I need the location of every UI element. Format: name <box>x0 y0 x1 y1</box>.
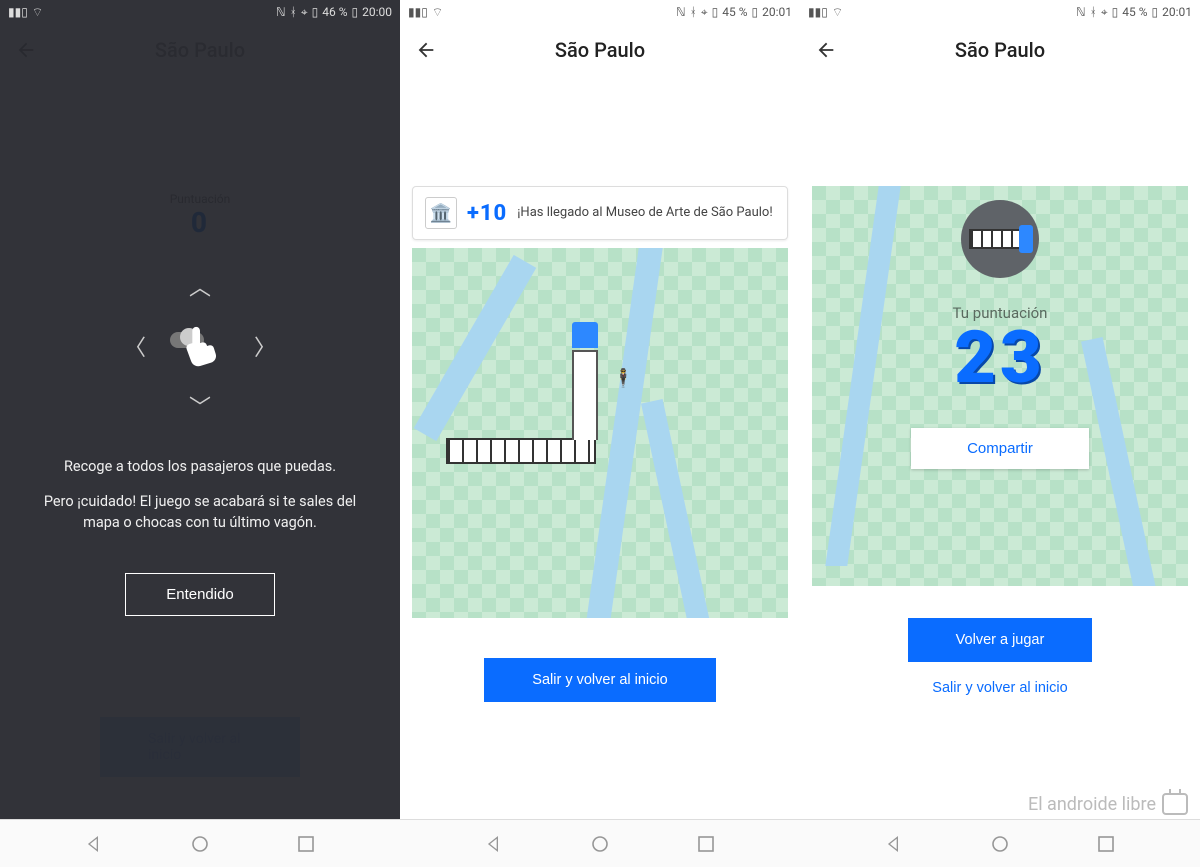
river-decoration <box>825 186 900 566</box>
bluetooth-icon: ᚼ <box>290 5 297 19</box>
chevron-left-icon: 〈 <box>124 330 146 362</box>
location-icon: ⌖ <box>1101 5 1108 20</box>
watermark-text: El androide libre <box>1028 794 1156 815</box>
screen-playing: ▮▮▯ ⌔ ℕ ᚼ ⌖ ▯ 45 % ▯ 20:01 São Paulo 🏛️ … <box>400 0 800 867</box>
mini-train-head <box>1019 225 1033 253</box>
nav-recents-button[interactable] <box>694 832 718 856</box>
river-decoration <box>641 399 725 618</box>
clock: 20:00 <box>362 5 392 19</box>
page-title: São Paulo <box>955 38 1045 62</box>
android-nav-bar <box>400 819 800 867</box>
wifi-icon: ⌔ <box>32 5 43 20</box>
share-button[interactable]: Compartir <box>911 428 1089 469</box>
watermark: El androide libre <box>1028 793 1188 815</box>
chevron-up-icon: ︿ <box>189 270 211 302</box>
passenger-icon: 🕴️ <box>612 368 634 389</box>
play-again-button[interactable]: Volver a jugar <box>908 618 1093 662</box>
hand-icon <box>177 323 223 369</box>
battery-text: 45 % <box>1122 5 1147 19</box>
tutorial-overlay: ︿ ﹀ 〈 〉 Recoge a todos los pasajeros que… <box>0 76 400 867</box>
nav-home-button[interactable] <box>988 832 1012 856</box>
signal-icon: ▮▮▯ <box>8 5 28 19</box>
status-bar: ▮▮▯ ⌔ ℕ ᚼ ⌖ ▯ 45 % ▯ 20:01 <box>400 0 800 24</box>
tutorial-text: Recoge a todos los pasajeros que puedas.… <box>40 456 360 547</box>
exit-button[interactable]: Salir y volver al inicio <box>484 658 715 702</box>
battery-icon: ▯ <box>1152 5 1159 19</box>
clock: 20:01 <box>1162 5 1192 19</box>
location-icon: ⌖ <box>301 5 308 20</box>
toast-message: ¡Has llegado al Museo de Arte de São Pau… <box>517 205 775 221</box>
wifi-icon: ⌔ <box>432 5 443 20</box>
river-decoration <box>414 255 537 441</box>
android-nav-bar <box>800 819 1200 867</box>
battery-text: 46 % <box>322 5 347 19</box>
page-title: São Paulo <box>555 38 645 62</box>
content: Tu puntuación 23 Compartir Volver a juga… <box>800 76 1200 867</box>
nav-recents-button[interactable] <box>1094 832 1118 856</box>
nav-home-button[interactable] <box>588 832 612 856</box>
nfc-icon: ℕ <box>676 5 686 19</box>
back-arrow-icon <box>815 39 837 61</box>
result-score: 23 <box>954 322 1045 394</box>
train-body <box>446 438 596 464</box>
swipe-hint: ︿ ﹀ 〈 〉 <box>130 276 270 416</box>
back-arrow-icon <box>415 39 437 61</box>
status-bar: ▮▮▯ ⌔ ℕ ᚼ ⌖ ▯ 46 % ▯ 20:00 <box>0 0 400 24</box>
status-bar: ▮▮▯ ⌔ ℕ ᚼ ⌖ ▯ 45 % ▯ 20:01 <box>800 0 1200 24</box>
nav-recents-button[interactable] <box>294 832 318 856</box>
landmark-icon: 🏛️ <box>425 197 457 229</box>
nav-back-button[interactable] <box>82 832 106 856</box>
wifi-icon: ⌔ <box>832 5 843 20</box>
chevron-right-icon: 〉 <box>254 330 276 362</box>
clock: 20:01 <box>762 5 792 19</box>
train-head <box>572 322 598 348</box>
signal-icon: ▮▮▯ <box>408 5 428 19</box>
battery-icon: ▯ <box>352 5 359 19</box>
back-button[interactable] <box>412 36 440 64</box>
points-gained: +10 <box>467 201 507 226</box>
vibrate-icon: ▯ <box>712 5 719 19</box>
exit-button[interactable]: Salir y volver al inicio <box>932 680 1067 696</box>
bluetooth-icon: ᚼ <box>1090 5 1097 19</box>
ok-button[interactable]: Entendido <box>125 573 275 616</box>
battery-text: 45 % <box>722 5 747 19</box>
screen-tutorial: ▮▮▯ ⌔ ℕ ᚼ ⌖ ▯ 46 % ▯ 20:00 São Paulo Pun… <box>0 0 400 867</box>
nfc-icon: ℕ <box>1076 5 1086 19</box>
nav-back-button[interactable] <box>882 832 906 856</box>
screen-gameover: ▮▮▯ ⌔ ℕ ᚼ ⌖ ▯ 45 % ▯ 20:01 São Paulo Tu … <box>800 0 1200 867</box>
nav-home-button[interactable] <box>188 832 212 856</box>
content: Puntuación 0 Salir y volver al inicio ︿ … <box>0 76 400 867</box>
back-button[interactable] <box>812 36 840 64</box>
tutorial-line-2: Pero ¡cuidado! El juego se acabará si te… <box>40 491 360 533</box>
vibrate-icon: ▯ <box>1112 5 1119 19</box>
content: 🏛️ +10 ¡Has llegado al Museo de Arte de … <box>400 76 800 867</box>
snake-train <box>446 438 596 464</box>
android-robot-icon <box>1162 793 1188 815</box>
signal-icon: ▮▮▯ <box>808 5 828 19</box>
train-segment <box>572 350 598 440</box>
achievement-toast: 🏛️ +10 ¡Has llegado al Museo de Arte de … <box>412 186 788 240</box>
train-avatar <box>961 200 1039 278</box>
nav-back-button[interactable] <box>482 832 506 856</box>
android-nav-bar <box>0 819 400 867</box>
nfc-icon: ℕ <box>276 5 286 19</box>
location-icon: ⌖ <box>701 5 708 20</box>
bluetooth-icon: ᚼ <box>690 5 697 19</box>
river-decoration <box>1081 337 1165 586</box>
vibrate-icon: ▯ <box>312 5 319 19</box>
battery-icon: ▯ <box>752 5 759 19</box>
app-bar: São Paulo <box>400 24 800 76</box>
chevron-down-icon: ﹀ <box>189 390 211 422</box>
result-board: Tu puntuación 23 Compartir <box>812 186 1188 586</box>
tutorial-line-1: Recoge a todos los pasajeros que puedas. <box>40 456 360 477</box>
app-bar: São Paulo <box>800 24 1200 76</box>
game-board[interactable]: 🕴️ <box>412 248 788 618</box>
